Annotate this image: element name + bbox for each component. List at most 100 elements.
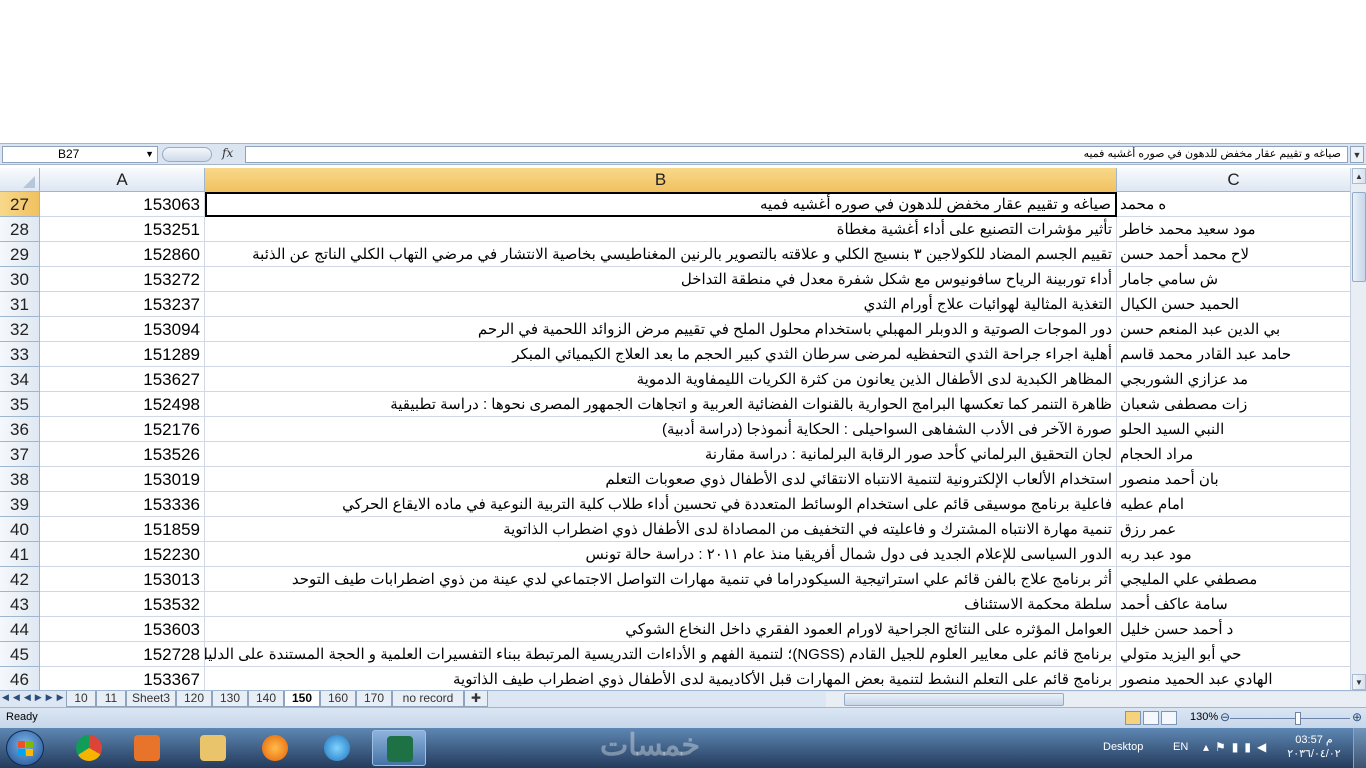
- zoom-slider[interactable]: ⊖ ⊕: [1220, 710, 1362, 725]
- row-header[interactable]: 39: [0, 492, 40, 517]
- row-header[interactable]: 27: [0, 192, 40, 217]
- horizontal-scroll-thumb[interactable]: [844, 693, 1064, 706]
- horizontal-scrollbar[interactable]: [826, 692, 1366, 707]
- cell-b[interactable]: أداء توربينة الرياح سافونيوس مع شكل شفرة…: [205, 267, 1117, 292]
- cell-a[interactable]: 152176: [40, 417, 205, 442]
- cell-a[interactable]: 153627: [40, 367, 205, 392]
- cell-a[interactable]: 152728: [40, 642, 205, 667]
- cell-b[interactable]: برنامج قائم على التعلم النشط لتنمية بعض …: [205, 667, 1117, 690]
- name-box[interactable]: B27 ▼: [2, 146, 158, 163]
- expand-formula-bar-button[interactable]: ▼: [1350, 146, 1364, 163]
- row-header[interactable]: 35: [0, 392, 40, 417]
- row-header[interactable]: 36: [0, 417, 40, 442]
- cell-b[interactable]: لجان التحقيق البرلماني كأحد صور الرقابة …: [205, 442, 1117, 467]
- sheet-tab[interactable]: 140: [248, 691, 284, 707]
- cell-a[interactable]: 153603: [40, 617, 205, 642]
- cell-a[interactable]: 153526: [40, 442, 205, 467]
- row-header[interactable]: 38: [0, 467, 40, 492]
- column-header-b[interactable]: B: [205, 168, 1117, 192]
- cell-c[interactable]: عمر رزق: [1117, 517, 1350, 542]
- insert-function-button[interactable]: fx: [222, 146, 233, 160]
- vertical-scrollbar[interactable]: ▲ ▼: [1350, 168, 1366, 690]
- scroll-down-icon[interactable]: ▼: [1352, 674, 1366, 690]
- cell-b[interactable]: فاعلية برنامج موسيقى قائم على استخدام ال…: [205, 492, 1117, 517]
- zoom-knob[interactable]: [1295, 712, 1301, 725]
- cell-c[interactable]: ه محمد: [1117, 192, 1350, 217]
- column-header-a[interactable]: A: [40, 168, 205, 192]
- tab-navigation-icons[interactable]: ◀◀◀▶▶▶: [2, 692, 68, 703]
- cell-c[interactable]: مود عبد ربه: [1117, 542, 1350, 567]
- row-header[interactable]: 44: [0, 617, 40, 642]
- explorer-taskbar-button[interactable]: [186, 730, 240, 766]
- cell-b[interactable]: المظاهر الكبدية لدى الأطفال الذين يعانون…: [205, 367, 1117, 392]
- zoom-in-icon[interactable]: ⊕: [1352, 710, 1362, 724]
- sheet-tab[interactable]: 120: [176, 691, 212, 707]
- cell-b[interactable]: ظاهرة التنمر كما تعكسها البرامج الحوارية…: [205, 392, 1117, 417]
- cell-a[interactable]: 153251: [40, 217, 205, 242]
- sheet-tab[interactable]: 160: [320, 691, 356, 707]
- cell-b[interactable]: صورة الآخر فى الأدب الشفاهى السواحيلى : …: [205, 417, 1117, 442]
- cell-c[interactable]: النبي السيد الحلو: [1117, 417, 1350, 442]
- sheet-tab[interactable]: 11: [96, 691, 126, 707]
- sheet-tab[interactable]: no record: [392, 691, 464, 707]
- cell-a[interactable]: 153367: [40, 667, 205, 690]
- cell-a[interactable]: 152860: [40, 242, 205, 267]
- cell-c[interactable]: مد عزازي الشوربجي: [1117, 367, 1350, 392]
- row-header[interactable]: 40: [0, 517, 40, 542]
- cell-c[interactable]: سامة عاكف أحمد: [1117, 592, 1350, 617]
- cell-c[interactable]: الهادي عبد الحميد منصور: [1117, 667, 1350, 690]
- row-header[interactable]: 30: [0, 267, 40, 292]
- scroll-up-icon[interactable]: ▲: [1352, 168, 1366, 184]
- cell-c[interactable]: زات مصطفى شعبان: [1117, 392, 1350, 417]
- cell-b[interactable]: أهلية اجراء جراحة الثدي التحفظيه لمرضى س…: [205, 342, 1117, 367]
- cell-b[interactable]: دور الموجات الصوتية و الدوبلر المهبلي با…: [205, 317, 1117, 342]
- cell-c[interactable]: الحميد حسن الكيال: [1117, 292, 1350, 317]
- chrome-taskbar-button[interactable]: [62, 730, 116, 766]
- cell-b[interactable]: تأثير مؤشرات التصنيع على أداء أغشية مغطا…: [205, 217, 1117, 242]
- cell-a[interactable]: 152498: [40, 392, 205, 417]
- cell-a[interactable]: 151289: [40, 342, 205, 367]
- cell-c[interactable]: د أحمد حسن خليل: [1117, 617, 1350, 642]
- cell-b[interactable]: العوامل المؤثره على النتائج الجراحية لاو…: [205, 617, 1117, 642]
- ie-taskbar-button[interactable]: [310, 730, 364, 766]
- start-button[interactable]: [6, 730, 44, 766]
- language-indicator[interactable]: EN: [1173, 741, 1188, 753]
- desktop-toolbar[interactable]: Desktop: [1103, 741, 1143, 753]
- sheet-tab[interactable]: 170: [356, 691, 392, 707]
- row-header[interactable]: 31: [0, 292, 40, 317]
- column-header-c[interactable]: C: [1117, 168, 1350, 192]
- cell-c[interactable]: ش سامي جامار: [1117, 267, 1350, 292]
- cell-b[interactable]: التغذية المثالية لهوائيات علاج أورام الث…: [205, 292, 1117, 317]
- cell-a[interactable]: 151859: [40, 517, 205, 542]
- cell-c[interactable]: حي أبو اليزيد متولي: [1117, 642, 1350, 667]
- cell-a[interactable]: 153063: [40, 192, 205, 217]
- cell-c[interactable]: حامد عبد القادر محمد قاسم: [1117, 342, 1350, 367]
- row-header[interactable]: 41: [0, 542, 40, 567]
- select-all-button[interactable]: [0, 168, 40, 192]
- page-break-view-icon[interactable]: [1161, 711, 1177, 725]
- cell-b[interactable]: تنمية مهارة الانتباه المشترك و فاعليته ف…: [205, 517, 1117, 542]
- vertical-scroll-thumb[interactable]: [1352, 192, 1366, 282]
- sheet-tab[interactable]: 130: [212, 691, 248, 707]
- cell-a[interactable]: 153094: [40, 317, 205, 342]
- cell-b[interactable]: سلطة محكمة الاستئناف: [205, 592, 1117, 617]
- cell-a[interactable]: 153532: [40, 592, 205, 617]
- media-player-taskbar-button[interactable]: [120, 730, 174, 766]
- row-header[interactable]: 42: [0, 567, 40, 592]
- chevron-down-icon[interactable]: ▼: [145, 147, 154, 162]
- cell-b[interactable]: الدور السياسى للإعلام الجديد فى دول شمال…: [205, 542, 1117, 567]
- formula-input[interactable]: صياغه و تقييم عقار مخفض للدهون في صوره أ…: [245, 146, 1348, 163]
- cell-c[interactable]: مود سعيد محمد خاطر: [1117, 217, 1350, 242]
- cell-c[interactable]: بي الدين عبد المنعم حسن: [1117, 317, 1350, 342]
- cell-c[interactable]: بان أحمد منصور: [1117, 467, 1350, 492]
- cell-c[interactable]: لاح محمد أحمد حسن: [1117, 242, 1350, 267]
- clock[interactable]: 03:57 م ٢٠٣٦/٠٤/٠٢: [1279, 733, 1349, 761]
- zoom-level[interactable]: 130%: [1190, 711, 1218, 723]
- excel-taskbar-button[interactable]: [372, 730, 426, 766]
- normal-view-icon[interactable]: [1125, 711, 1141, 725]
- tray-icons[interactable]: ▴⚑▮▮◀: [1203, 740, 1272, 754]
- cell-c[interactable]: امام عطيه: [1117, 492, 1350, 517]
- row-header[interactable]: 37: [0, 442, 40, 467]
- cell-c[interactable]: مراد الحجام: [1117, 442, 1350, 467]
- cell-b[interactable]: تقييم الجسم المضاد للكولاجين ٣ بنسيج الك…: [205, 242, 1117, 267]
